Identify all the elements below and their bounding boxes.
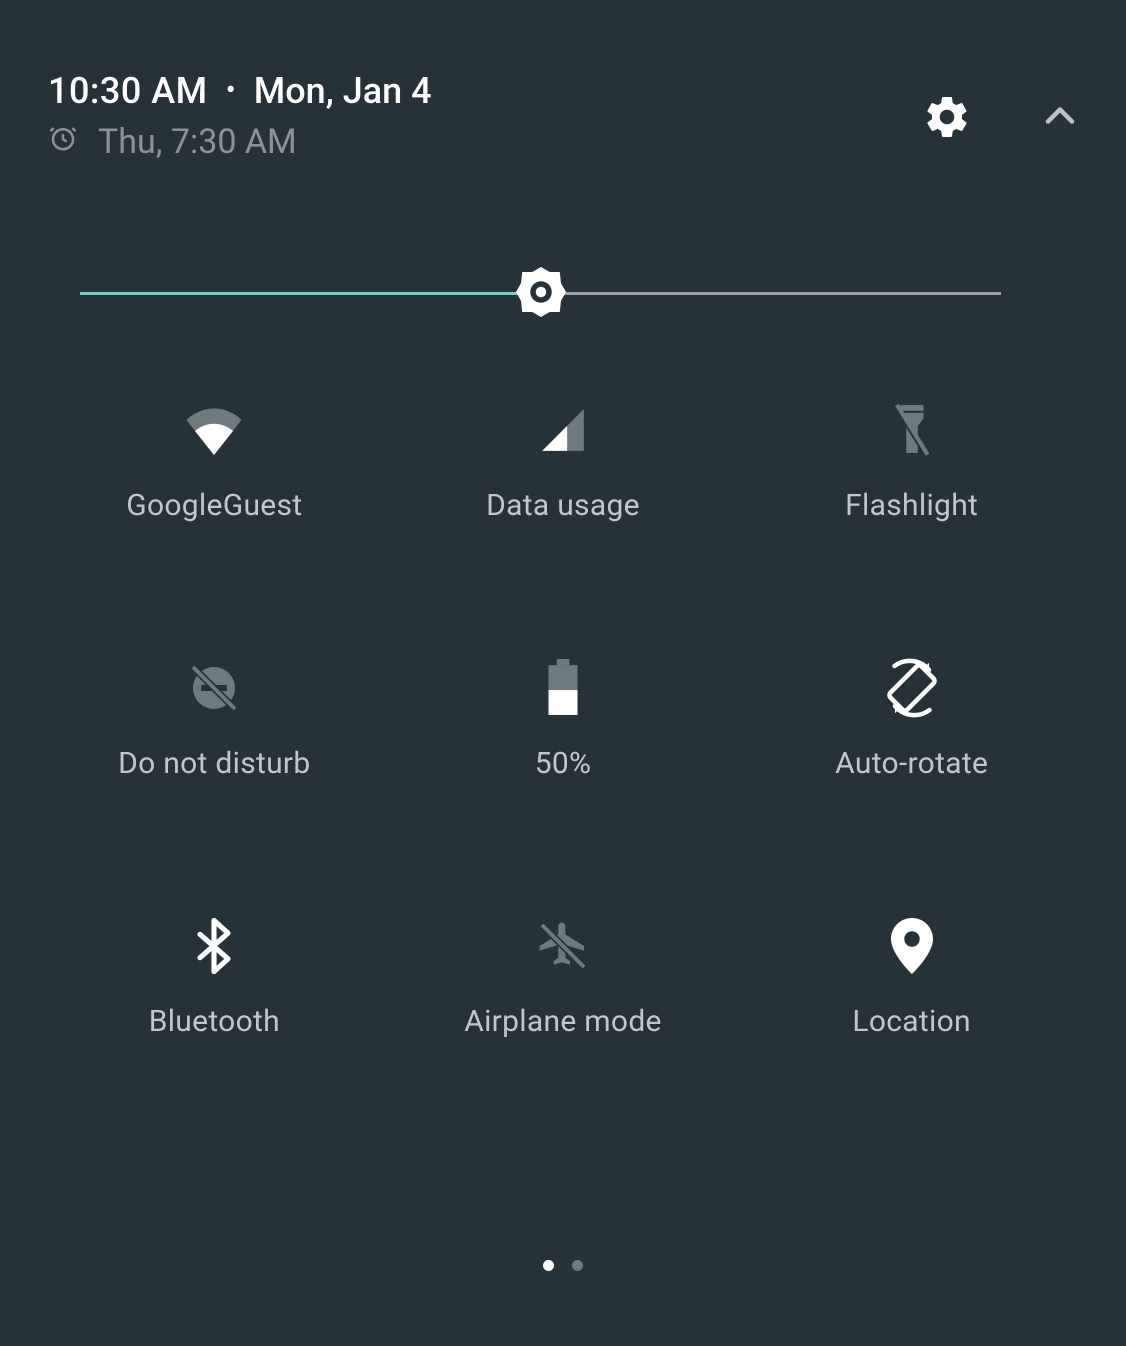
- tile-wifi-label: GoogleGuest: [126, 488, 302, 523]
- separator-dot: •: [226, 76, 236, 106]
- location-icon: [882, 916, 942, 976]
- quick-settings-panel: 10:30 AM • Mon, Jan 4 Thu, 7:30 AM: [0, 0, 1126, 1346]
- tile-auto-rotate[interactable]: Auto-rotate: [737, 658, 1086, 781]
- next-alarm-text: Thu, 7:30 AM: [98, 122, 297, 162]
- bluetooth-icon: [184, 916, 244, 976]
- tile-dnd-label: Do not disturb: [118, 746, 310, 781]
- flashlight-icon: [882, 400, 942, 460]
- clock-date: Mon, Jan 4: [254, 70, 432, 112]
- tile-data-label: Data usage: [486, 488, 640, 523]
- page-indicator[interactable]: [0, 1260, 1126, 1271]
- page-dot-0[interactable]: [543, 1260, 554, 1271]
- auto-rotate-icon: [882, 658, 942, 718]
- tile-airplane[interactable]: Airplane mode: [389, 916, 738, 1039]
- tile-wifi[interactable]: GoogleGuest: [40, 400, 389, 523]
- tile-location[interactable]: Location: [737, 916, 1086, 1039]
- wifi-icon: [184, 400, 244, 460]
- settings-button[interactable]: [922, 92, 972, 146]
- cellular-icon: [533, 400, 593, 460]
- brightness-slider[interactable]: [80, 267, 1001, 317]
- chevron-up-icon: [1042, 120, 1078, 139]
- battery-icon: [533, 658, 593, 718]
- airplane-icon: [533, 916, 593, 976]
- brightness-icon: [511, 262, 571, 322]
- tile-location-label: Location: [852, 1004, 970, 1039]
- slider-track-fill: [80, 292, 541, 295]
- dnd-icon: [184, 658, 244, 718]
- tile-flashlight[interactable]: Flashlight: [737, 400, 1086, 523]
- clock-time: 10:30 AM: [48, 70, 208, 112]
- gear-icon: [922, 127, 972, 146]
- tile-dnd[interactable]: Do not disturb: [40, 658, 389, 781]
- tile-bluetooth-label: Bluetooth: [149, 1004, 280, 1039]
- tile-rotate-label: Auto-rotate: [835, 746, 988, 781]
- tile-data-usage[interactable]: Data usage: [389, 400, 738, 523]
- header-actions: [922, 92, 1078, 146]
- slider-thumb[interactable]: [511, 262, 571, 322]
- page-dot-1[interactable]: [572, 1260, 583, 1271]
- tile-battery-label: 50%: [535, 746, 592, 781]
- collapse-button[interactable]: [1042, 99, 1078, 139]
- tile-flashlight-label: Flashlight: [845, 488, 978, 523]
- tile-bluetooth[interactable]: Bluetooth: [40, 916, 389, 1039]
- alarm-icon: [48, 122, 78, 162]
- tile-grid: GoogleGuest Data usage: [0, 400, 1126, 1039]
- tile-airplane-label: Airplane mode: [464, 1004, 662, 1039]
- tile-battery[interactable]: 50%: [389, 658, 738, 781]
